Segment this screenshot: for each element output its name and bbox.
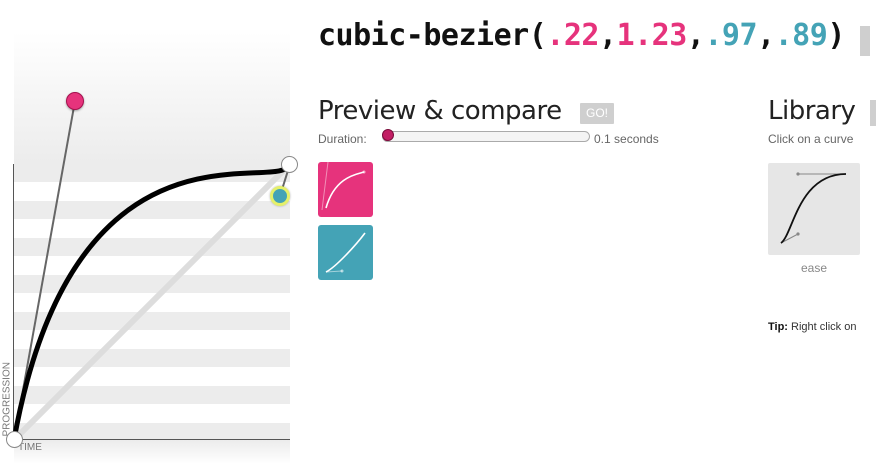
p2x-value: .97 xyxy=(704,18,758,53)
go-button[interactable]: GO! xyxy=(580,103,615,124)
library-item-ease[interactable] xyxy=(768,163,860,255)
current-curve-icon xyxy=(321,161,366,211)
duration-slider[interactable] xyxy=(382,131,590,142)
control-point-1-handle[interactable] xyxy=(66,92,84,110)
tip-label: Tip: xyxy=(768,321,788,333)
curve-canvas xyxy=(11,100,293,443)
control-point-2-handle[interactable] xyxy=(270,186,290,206)
p2y-value: .89 xyxy=(774,18,828,53)
preview-title: Preview & compare xyxy=(318,96,562,126)
bezier-suffix: ) xyxy=(827,18,845,53)
separator: , xyxy=(686,18,705,53)
library-tip: Tip: Right click on xyxy=(768,321,856,333)
library-section: Library Click on a curve ease Tip: Right… xyxy=(768,96,884,333)
tip-text: Right click on xyxy=(787,321,857,333)
library-item-label: ease xyxy=(800,261,828,275)
compare-curve-icon xyxy=(325,232,366,273)
duration-value: 0.1 seconds xyxy=(594,132,659,146)
p1y-value: 1.23 xyxy=(616,18,688,53)
cubic-bezier-value[interactable]: cubic-bezier(.22,1.23,.97,.89) xyxy=(318,18,845,53)
compare-curve-preview[interactable] xyxy=(318,225,373,280)
library-hint: Click on a curve xyxy=(768,132,854,146)
ease-curve-icon xyxy=(780,172,847,244)
separator: , xyxy=(757,18,775,53)
header-action-button[interactable] xyxy=(860,26,870,56)
duration-slider-knob[interactable] xyxy=(382,129,394,141)
library-title: Library xyxy=(768,96,856,126)
current-curve-preview[interactable] xyxy=(318,161,373,217)
library-action-button[interactable] xyxy=(870,100,876,126)
curve-editor[interactable]: TIME PROGRESSION xyxy=(0,0,300,464)
separator: , xyxy=(599,18,617,53)
curve-start-point xyxy=(6,431,23,448)
bezier-prefix: cubic-bezier( xyxy=(318,18,547,53)
curve-end-point xyxy=(281,156,298,173)
p1x-value: .22 xyxy=(546,18,599,53)
preview-section: Preview & compare GO! Duration: 0.1 seco… xyxy=(318,96,659,280)
duration-label: Duration: xyxy=(318,132,367,146)
